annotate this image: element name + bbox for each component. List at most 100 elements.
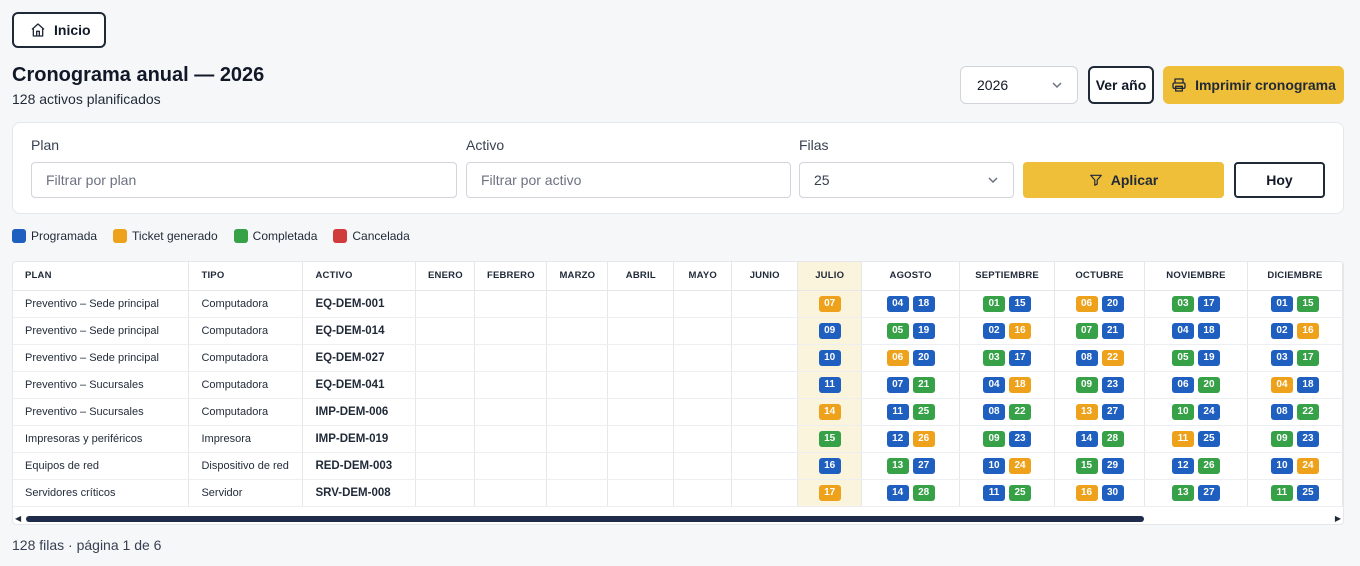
maintenance-day-badge[interactable]: 04	[886, 295, 909, 312]
table-row[interactable]: Preventivo – Sucursales Computadora IMP-DE…	[13, 398, 1343, 426]
maintenance-day-badge[interactable]: 17	[1296, 349, 1319, 366]
maintenance-day-badge[interactable]: 19	[912, 322, 935, 339]
maintenance-day-badge[interactable]: 14	[1075, 430, 1098, 447]
maintenance-day-badge[interactable]: 23	[1009, 430, 1032, 447]
print-schedule-button[interactable]: Imprimir cronograma	[1163, 66, 1344, 104]
maintenance-day-badge[interactable]: 07	[818, 295, 841, 312]
table-row[interactable]: Impresoras y periféricos Impresora IMP-DEM…	[13, 425, 1343, 453]
maintenance-day-badge[interactable]: 11	[818, 376, 841, 393]
maintenance-day-badge[interactable]: 22	[1009, 403, 1032, 420]
maintenance-day-badge[interactable]: 27	[912, 457, 935, 474]
maintenance-day-badge[interactable]: 16	[818, 457, 841, 474]
maintenance-day-badge[interactable]: 02	[1270, 322, 1293, 339]
maintenance-day-badge[interactable]: 11	[1270, 484, 1293, 501]
maintenance-day-badge[interactable]: 15	[1009, 295, 1032, 312]
table-row[interactable]: Preventivo – Sucursales Computadora EQ-DEM…	[13, 371, 1343, 399]
maintenance-day-badge[interactable]: 11	[886, 403, 909, 420]
maintenance-day-badge[interactable]: 06	[1171, 376, 1194, 393]
maintenance-day-badge[interactable]: 20	[912, 349, 935, 366]
maintenance-day-badge[interactable]: 15	[1296, 295, 1319, 312]
year-select[interactable]: 2026	[960, 66, 1078, 104]
maintenance-day-badge[interactable]: 27	[1197, 484, 1220, 501]
home-button[interactable]: Inicio	[12, 12, 106, 48]
maintenance-day-badge[interactable]: 27	[1101, 403, 1124, 420]
maintenance-day-badge[interactable]: 25	[1197, 430, 1220, 447]
maintenance-day-badge[interactable]: 25	[1296, 484, 1319, 501]
table-row[interactable]: Servidores críticos Servidor SRV-DEM-008 17…	[13, 479, 1343, 507]
maintenance-day-badge[interactable]: 06	[1075, 295, 1098, 312]
maintenance-day-badge[interactable]: 17	[1197, 295, 1220, 312]
maintenance-day-badge[interactable]: 14	[886, 484, 909, 501]
ver-year-button[interactable]: Ver año	[1088, 66, 1154, 104]
maintenance-day-badge[interactable]: 02	[983, 322, 1006, 339]
maintenance-day-badge[interactable]: 18	[1197, 322, 1220, 339]
apply-filters-button[interactable]: Aplicar	[1023, 162, 1224, 198]
maintenance-day-badge[interactable]: 09	[818, 322, 841, 339]
maintenance-day-badge[interactable]: 16	[1009, 322, 1032, 339]
maintenance-day-badge[interactable]: 25	[912, 403, 935, 420]
plan-filter-input[interactable]: Filtrar por plan	[31, 162, 457, 198]
maintenance-day-badge[interactable]: 18	[912, 295, 935, 312]
table-row[interactable]: Preventivo – Sede principal Computadora EQ…	[13, 344, 1343, 372]
maintenance-day-badge[interactable]: 01	[983, 295, 1006, 312]
maintenance-day-badge[interactable]: 16	[1296, 322, 1319, 339]
maintenance-day-badge[interactable]: 14	[818, 403, 841, 420]
maintenance-day-badge[interactable]: 07	[886, 376, 909, 393]
maintenance-day-badge[interactable]: 22	[1101, 349, 1124, 366]
maintenance-day-badge[interactable]: 17	[818, 484, 841, 501]
today-button[interactable]: Hoy	[1234, 162, 1325, 198]
maintenance-day-badge[interactable]: 03	[1171, 295, 1194, 312]
maintenance-day-badge[interactable]: 26	[1197, 457, 1220, 474]
horizontal-scrollbar[interactable]: ◀ ▶	[12, 512, 1344, 525]
maintenance-day-badge[interactable]: 10	[983, 457, 1006, 474]
maintenance-day-badge[interactable]: 23	[1296, 430, 1319, 447]
scrollbar-thumb[interactable]	[26, 516, 1144, 522]
maintenance-day-badge[interactable]: 15	[1075, 457, 1098, 474]
maintenance-day-badge[interactable]: 28	[1101, 430, 1124, 447]
maintenance-day-badge[interactable]: 04	[983, 376, 1006, 393]
maintenance-day-badge[interactable]: 30	[1101, 484, 1124, 501]
maintenance-day-badge[interactable]: 10	[1270, 457, 1293, 474]
maintenance-day-badge[interactable]: 13	[1171, 484, 1194, 501]
scroll-left-icon[interactable]: ◀	[15, 514, 21, 523]
scroll-right-icon[interactable]: ▶	[1335, 514, 1341, 523]
filas-select[interactable]: 25	[799, 162, 1014, 198]
maintenance-day-badge[interactable]: 03	[983, 349, 1006, 366]
maintenance-day-badge[interactable]: 04	[1270, 376, 1293, 393]
maintenance-day-badge[interactable]: 08	[983, 403, 1006, 420]
maintenance-day-badge[interactable]: 19	[1197, 349, 1220, 366]
maintenance-day-badge[interactable]: 08	[1270, 403, 1293, 420]
maintenance-day-badge[interactable]: 18	[1009, 376, 1032, 393]
schedule-table-container[interactable]: PLAN TIPO ACTIVO ENERO FEBRERO MARZO ABRIL M…	[12, 261, 1344, 525]
maintenance-day-badge[interactable]: 13	[886, 457, 909, 474]
maintenance-day-badge[interactable]: 12	[1171, 457, 1194, 474]
maintenance-day-badge[interactable]: 26	[912, 430, 935, 447]
maintenance-day-badge[interactable]: 13	[1075, 403, 1098, 420]
maintenance-day-badge[interactable]: 21	[1101, 322, 1124, 339]
maintenance-day-badge[interactable]: 15	[818, 430, 841, 447]
maintenance-day-badge[interactable]: 11	[983, 484, 1006, 501]
maintenance-day-badge[interactable]: 09	[1075, 376, 1098, 393]
maintenance-day-badge[interactable]: 05	[1171, 349, 1194, 366]
table-row[interactable]: Equipos de red Dispositivo de red RED-DEM-…	[13, 452, 1343, 480]
maintenance-day-badge[interactable]: 29	[1101, 457, 1124, 474]
maintenance-day-badge[interactable]: 16	[1075, 484, 1098, 501]
maintenance-day-badge[interactable]: 20	[1197, 376, 1220, 393]
maintenance-day-badge[interactable]: 25	[1009, 484, 1032, 501]
table-row[interactable]: Preventivo – Sede principal Computadora EQ…	[13, 290, 1343, 318]
maintenance-day-badge[interactable]: 08	[1075, 349, 1098, 366]
maintenance-day-badge[interactable]: 05	[886, 322, 909, 339]
maintenance-day-badge[interactable]: 23	[1101, 376, 1124, 393]
maintenance-day-badge[interactable]: 06	[886, 349, 909, 366]
maintenance-day-badge[interactable]: 07	[1075, 322, 1098, 339]
maintenance-day-badge[interactable]: 03	[1270, 349, 1293, 366]
maintenance-day-badge[interactable]: 18	[1296, 376, 1319, 393]
maintenance-day-badge[interactable]: 11	[1171, 430, 1194, 447]
maintenance-day-badge[interactable]: 22	[1296, 403, 1319, 420]
maintenance-day-badge[interactable]: 21	[912, 376, 935, 393]
maintenance-day-badge[interactable]: 01	[1270, 295, 1293, 312]
maintenance-day-badge[interactable]: 24	[1296, 457, 1319, 474]
table-row[interactable]: Preventivo – Sede principal Computadora EQ…	[13, 317, 1343, 345]
maintenance-day-badge[interactable]: 28	[912, 484, 935, 501]
maintenance-day-badge[interactable]: 09	[983, 430, 1006, 447]
